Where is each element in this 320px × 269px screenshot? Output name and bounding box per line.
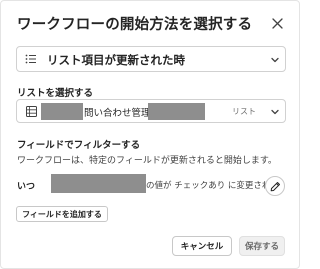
filter-description: ワークフローは、特定のフィールドが更新されると開始します。 (17, 156, 277, 166)
list-name: 問い合わせ管理 (84, 108, 151, 119)
filter-condition: の値が チェックあり に変更された (146, 181, 279, 191)
close-button[interactable] (267, 13, 287, 33)
list-icon (25, 54, 36, 64)
trigger-type-dropdown[interactable]: リスト項目が更新された時 (16, 46, 286, 72)
cancel-button[interactable]: キャンセル (172, 236, 232, 256)
list-select-label: リストを選択する (17, 88, 94, 99)
redacted-block (148, 103, 205, 120)
pencil-icon (270, 181, 280, 191)
save-button[interactable]: 保存する (239, 236, 285, 256)
list-dropdown[interactable]: 問い合わせ管理 リスト (16, 99, 286, 123)
redacted-block (41, 103, 83, 120)
trigger-type-value: リスト項目が更新された時 (47, 53, 185, 67)
dialog-title: ワークフローの開始方法を選択する (17, 17, 253, 33)
redacted-block (51, 174, 146, 193)
when-label: いつ (17, 182, 36, 192)
filter-section-label: フィールドでフィルターする (17, 140, 141, 151)
edit-filter-button[interactable] (265, 176, 285, 196)
close-icon (271, 17, 283, 29)
list-kind: リスト (232, 107, 256, 116)
workflow-trigger-dialog: ワークフローの開始方法を選択する リスト項目が更新された時 リストを選択する 問… (0, 0, 300, 269)
chevron-down-icon (271, 109, 279, 115)
list-grid-icon (26, 106, 37, 117)
add-field-button[interactable]: フィールドを追加する (16, 206, 108, 222)
chevron-down-icon (271, 57, 279, 63)
